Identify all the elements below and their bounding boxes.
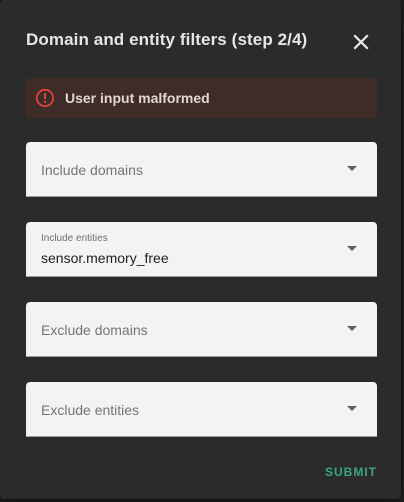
- alert-circle-icon: [34, 87, 56, 109]
- exclude-entities-placeholder: Exclude entities: [41, 402, 140, 418]
- error-alert: User input malformed: [26, 78, 377, 118]
- close-icon: [353, 34, 369, 50]
- chevron-down-icon: [347, 406, 357, 411]
- exclude-entities-select[interactable]: Exclude entities: [26, 382, 377, 437]
- dialog-title: Domain and entity filters (step 2/4): [26, 30, 308, 49]
- submit-button[interactable]: SUBMIT: [318, 460, 384, 484]
- error-message: User input malformed: [65, 90, 210, 106]
- include-domains-select[interactable]: Include domains: [26, 142, 377, 197]
- chevron-down-icon: [347, 246, 357, 251]
- include-entities-value: sensor.memory_free: [41, 250, 169, 266]
- chevron-down-icon: [347, 166, 357, 171]
- exclude-domains-select[interactable]: Exclude domains: [26, 302, 377, 357]
- close-button[interactable]: [347, 28, 375, 56]
- include-entities-select[interactable]: Include entities sensor.memory_free: [26, 222, 377, 277]
- chevron-down-icon: [347, 326, 357, 331]
- include-entities-label: Include entities: [41, 233, 108, 244]
- exclude-domains-placeholder: Exclude domains: [41, 322, 148, 338]
- include-domains-placeholder: Include domains: [41, 162, 143, 178]
- options-flow-dialog: Domain and entity filters (step 2/4) Use…: [0, 0, 401, 499]
